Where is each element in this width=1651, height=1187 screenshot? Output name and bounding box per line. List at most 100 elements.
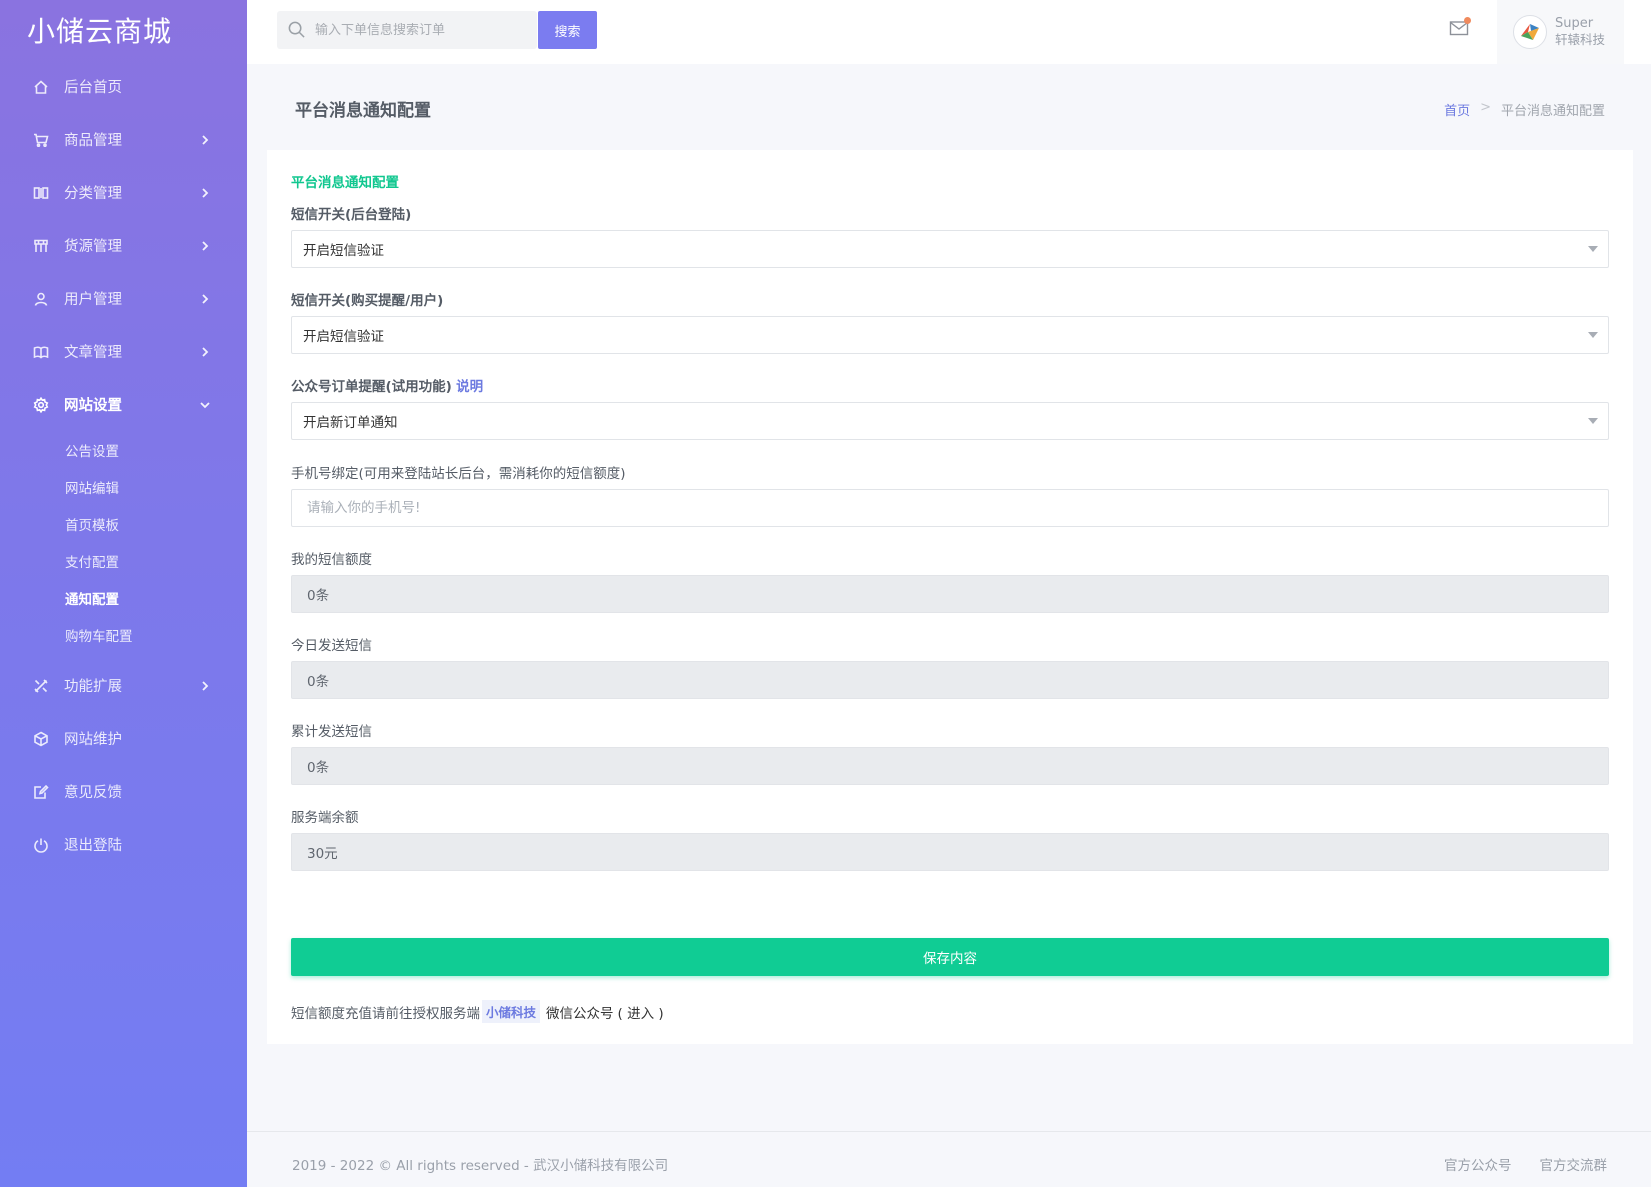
sms-login-label: 短信开关(后台登陆) — [291, 203, 411, 223]
footer: 2019 - 2022 © All rights reserved - 武汉小储… — [247, 1131, 1651, 1187]
user-menu[interactable]: Super 轩辕科技 — [1497, 0, 1624, 64]
official-account-link[interactable]: 官方公众号 — [1444, 1154, 1512, 1174]
sidebar-item-products[interactable]: 商品管理 — [0, 113, 247, 166]
total-sent-value: 0条 — [307, 760, 330, 776]
sidebar-item-dashboard[interactable]: 后台首页 — [0, 60, 247, 113]
messages-button[interactable] — [1449, 17, 1473, 42]
balance-field: 30元 — [291, 833, 1609, 871]
sidebar-item-extensions[interactable]: 功能扩展 — [0, 659, 247, 712]
total-sent-label: 累计发送短信 — [291, 724, 372, 740]
sidebar-item-users[interactable]: 用户管理 — [0, 272, 247, 325]
wechat-label-text: 公众号订单提醒(试用功能) — [291, 379, 452, 395]
sidebar-item-maintenance[interactable]: 网站维护 — [0, 712, 247, 765]
wechat-help-link[interactable]: 说明 — [456, 379, 483, 395]
site-settings-submenu: 公告设置 网站编辑 首页模板 支付配置 通知配置 购物车配置 — [0, 431, 247, 659]
sidebar-item-feedback[interactable]: 意见反馈 — [0, 765, 247, 818]
sms-login-value: 开启短信验证 — [303, 243, 384, 259]
breadcrumb-current: 平台消息通知配置 — [1500, 104, 1605, 119]
submenu-item-cart[interactable]: 购物车配置 — [0, 616, 247, 653]
brand-logo[interactable]: 小储云商城 — [0, 0, 247, 56]
dropdown-arrow-icon — [1588, 332, 1598, 338]
official-group-link[interactable]: 官方交流群 — [1540, 1154, 1608, 1174]
dropdown-arrow-icon — [1588, 246, 1598, 252]
sidebar-item-categories[interactable]: 分类管理 — [0, 166, 247, 219]
wechat-label: 公众号订单提醒(试用功能) 说明 — [291, 375, 483, 395]
quota-field: 0条 — [291, 575, 1609, 613]
sidebar-item-label: 网站设置 — [64, 398, 122, 414]
today-sent-field: 0条 — [291, 661, 1609, 699]
submenu-item-site-edit[interactable]: 网站编辑 — [0, 468, 247, 505]
balance-label: 服务端余额 — [291, 810, 359, 826]
sms-buy-label-text: 短信开关(购买提醒/用户) — [291, 293, 444, 309]
user-icon — [32, 290, 50, 308]
chevron-right-icon — [200, 219, 210, 272]
footer-links: 官方公众号 官方交流群 — [1444, 1154, 1607, 1174]
cart-icon — [32, 131, 50, 149]
sidebar-item-label: 货源管理 — [64, 239, 122, 255]
breadcrumb-separator: > — [1480, 100, 1491, 115]
user-info: Super 轩辕科技 — [1555, 16, 1605, 48]
notification-config-card: 平台消息通知配置 短信开关(后台登陆) 开启短信验证 短信开关(购买提醒/用户)… — [267, 150, 1633, 1044]
enter-link[interactable]: ( 进入 ) — [618, 1002, 664, 1022]
sidebar-item-suppliers[interactable]: 货源管理 — [0, 219, 247, 272]
search-icon — [287, 20, 307, 40]
balance-value: 30元 — [307, 846, 338, 862]
save-button[interactable]: 保存内容 — [291, 938, 1609, 976]
sidebar-item-label: 后台首页 — [64, 80, 122, 96]
sidebar-item-articles[interactable]: 文章管理 — [0, 325, 247, 378]
sms-login-label-text: 短信开关(后台登陆) — [291, 207, 412, 223]
edit-icon — [32, 783, 50, 801]
phone-input[interactable] — [307, 500, 1608, 516]
search-input[interactable] — [315, 22, 530, 38]
sms-login-select[interactable]: 开启短信验证 — [291, 230, 1609, 268]
sidebar-item-site-settings[interactable]: 网站设置 — [0, 378, 247, 431]
search-button[interactable]: 搜索 — [538, 11, 597, 49]
note-suffix: 微信公众号 — [546, 1005, 614, 1022]
breadcrumb-home[interactable]: 首页 — [1444, 100, 1470, 119]
chevron-right-icon — [200, 113, 210, 166]
sms-buy-label: 短信开关(购买提醒/用户) — [291, 289, 443, 309]
user-organization: 轩辕科技 — [1555, 32, 1606, 47]
dropdown-arrow-icon — [1588, 418, 1598, 424]
avatar — [1513, 15, 1547, 49]
quota-value: 0条 — [307, 588, 330, 604]
sidebar-item-label: 功能扩展 — [64, 679, 122, 695]
submenu-item-homepage-template[interactable]: 首页模板 — [0, 505, 247, 542]
power-icon — [32, 836, 50, 854]
notification-dot — [1464, 17, 1471, 24]
home-icon — [32, 78, 50, 96]
submenu-item-payment[interactable]: 支付配置 — [0, 542, 247, 579]
submenu-item-announcement[interactable]: 公告设置 — [0, 431, 247, 468]
card-title: 平台消息通知配置 — [291, 175, 399, 191]
search-box — [277, 11, 537, 49]
sidebar-item-label: 商品管理 — [64, 133, 122, 149]
phone-field — [291, 489, 1609, 527]
sidebar-item-label: 分类管理 — [64, 186, 122, 202]
sidebar-item-label: 用户管理 — [64, 292, 122, 308]
quota-label: 我的短信额度 — [291, 552, 372, 568]
note-prefix: 短信额度充值请前往授权服务端 — [291, 1005, 480, 1022]
top-header: 搜索 Super 轩辕科技 — [247, 0, 1651, 64]
sidebar-item-label: 文章管理 — [64, 345, 122, 361]
provider-tag: 小储科技 — [482, 1000, 541, 1023]
wechat-value: 开启新订单通知 — [303, 415, 398, 431]
wechat-select[interactable]: 开启新订单通知 — [291, 402, 1609, 440]
submenu-item-notification[interactable]: 通知配置 — [0, 579, 247, 616]
sidebar-nav: 后台首页 商品管理 分类管理 货源管理 用户管理 文章管理 网站设置 公告设置 … — [0, 60, 247, 871]
sms-buy-value: 开启短信验证 — [303, 329, 384, 345]
submenu-container: 公告设置 网站编辑 首页模板 支付配置 通知配置 购物车配置 — [0, 431, 247, 659]
today-sent-label: 今日发送短信 — [291, 638, 372, 654]
logo-icon — [1521, 24, 1539, 40]
recharge-note: 短信额度充值请前往授权服务端 小储科技 微信公众号 ( 进入 ) — [291, 1000, 664, 1023]
sidebar-item-label: 网站维护 — [64, 732, 122, 748]
tools-icon — [32, 677, 50, 695]
sidebar-item-label: 退出登陆 — [64, 838, 122, 854]
chevron-down-icon — [200, 378, 210, 431]
book-icon — [32, 343, 50, 361]
sms-buy-select[interactable]: 开启短信验证 — [291, 316, 1609, 354]
cube-icon — [32, 730, 50, 748]
sidebar-item-label: 意见反馈 — [64, 785, 122, 801]
store-icon — [32, 237, 50, 255]
sidebar-item-logout[interactable]: 退出登陆 — [0, 818, 247, 871]
user-name: Super — [1555, 16, 1594, 31]
